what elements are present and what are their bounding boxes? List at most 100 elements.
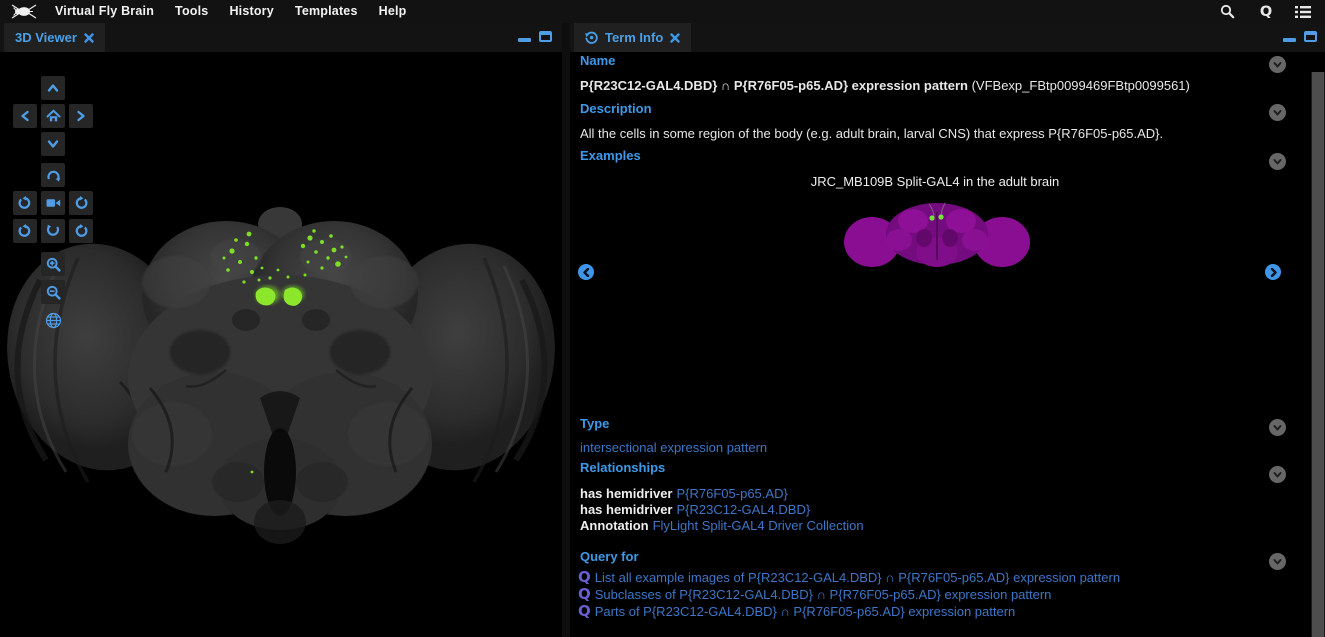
history-icon <box>585 31 598 44</box>
term-name: P{R23C12-GAL4.DBD} ∩ P{R76F05-p65.AD} ex… <box>580 78 1190 93</box>
zoom-in-button[interactable] <box>41 252 65 276</box>
menu-item-tools[interactable]: Tools <box>175 0 208 23</box>
carousel-next-button[interactable] <box>1265 264 1281 280</box>
pan-left-button[interactable] <box>13 104 37 128</box>
chevron-down-icon <box>1272 556 1283 567</box>
chevron-right-icon <box>79 112 84 120</box>
examples-header: Examples <box>580 148 641 163</box>
relationship-label: has hemidriver <box>580 486 673 501</box>
description-header: Description <box>580 101 652 116</box>
relationships-header: Relationships <box>580 460 665 475</box>
term-info-window-controls <box>1283 31 1317 42</box>
viewer-tabstrip: 3D Viewer <box>0 23 562 52</box>
main-menu: Virtual Fly Brain Tools History Template… <box>55 0 407 23</box>
home-button[interactable] <box>41 104 65 128</box>
yaw-left-button[interactable] <box>13 219 37 243</box>
type-header: Type <box>580 416 609 431</box>
central-brain <box>128 207 432 544</box>
chevron-down-icon <box>1272 156 1283 167</box>
rotate-cw-icon <box>74 196 88 210</box>
collapse-relationships-button[interactable] <box>1269 466 1286 483</box>
rotate-ccw-icon <box>18 196 32 210</box>
example-caption: JRC_MB109B Split-GAL4 in the adult brain <box>580 174 1290 189</box>
pan-right-button[interactable] <box>69 104 93 128</box>
carousel-prev-button[interactable] <box>578 264 594 280</box>
query-row: Q Subclasses of P{R23C12-GAL4.DBD} ∩ P{R… <box>578 587 1051 602</box>
collapse-query-for-button[interactable] <box>1269 553 1286 570</box>
list-icon[interactable] <box>1294 3 1312 20</box>
camera-icon <box>46 197 61 209</box>
zoom-in-icon <box>46 257 61 272</box>
chevron-down-icon <box>1272 422 1283 433</box>
menu-item-help[interactable]: Help <box>379 0 407 23</box>
collapse-type-button[interactable] <box>1269 419 1286 436</box>
roll-right-button[interactable] <box>69 191 93 215</box>
menu-bar: Virtual Fly Brain Tools History Template… <box>0 0 1325 23</box>
close-icon[interactable] <box>84 33 94 43</box>
brain-3d-canvas[interactable] <box>0 52 562 637</box>
chevron-down-icon <box>1272 469 1283 480</box>
workspace: 3D Viewer <box>0 23 1325 637</box>
term-info-panel: Term Info Name P{R23C12-GAL4.DBD} ∩ P{R7… <box>570 23 1325 637</box>
scrollbar-thumb[interactable] <box>1312 72 1324 637</box>
query-icon[interactable]: Q <box>1257 3 1275 20</box>
tab-term-info-label: Term Info <box>605 30 663 45</box>
example-green-dot <box>929 215 934 220</box>
rotate-down-icon <box>46 224 60 238</box>
query-icon: Q <box>578 587 591 602</box>
zoom-out-icon <box>46 285 61 300</box>
chevron-down-icon <box>1272 107 1283 118</box>
tab-term-info[interactable]: Term Info <box>574 23 691 52</box>
relationship-link[interactable]: FlyLight Split-GAL4 Driver Collection <box>653 518 864 533</box>
term-name-id: (VFBexp_FBtp0099469FBtp0099561) <box>972 78 1190 93</box>
query-icon: Q <box>578 570 591 585</box>
maximize-icon[interactable] <box>1304 31 1317 42</box>
example-brain-magenta <box>844 203 1030 267</box>
collapse-description-button[interactable] <box>1269 104 1286 121</box>
minimize-icon[interactable] <box>1283 38 1296 42</box>
wireframe-globe-button[interactable] <box>41 308 65 332</box>
term-info-body: Name P{R23C12-GAL4.DBD} ∩ P{R76F05-p65.A… <box>570 52 1325 637</box>
pan-down-button[interactable] <box>41 132 65 156</box>
term-info-tabstrip: Term Info <box>570 23 1325 52</box>
rotate-cw-alt-icon <box>74 224 88 238</box>
fly-logo-icon[interactable] <box>9 2 39 21</box>
collapse-name-button[interactable] <box>1269 56 1286 73</box>
relationship-label: has hemidriver <box>580 502 673 517</box>
query-link[interactable]: Parts of P{R23C12-GAL4.DBD} ∩ P{R76F05-p… <box>595 604 1016 619</box>
zoom-out-button[interactable] <box>41 280 65 304</box>
maximize-icon[interactable] <box>539 31 552 42</box>
query-link[interactable]: Subclasses of P{R23C12-GAL4.DBD} ∩ P{R76… <box>595 587 1052 602</box>
tab-3d-viewer[interactable]: 3D Viewer <box>4 23 105 52</box>
tab-3d-viewer-label: 3D Viewer <box>15 30 77 45</box>
camera-button[interactable] <box>41 191 65 215</box>
roll-left-button[interactable] <box>13 191 37 215</box>
example-green-dot <box>938 214 943 219</box>
example-image[interactable] <box>842 194 1032 274</box>
collapse-examples-button[interactable] <box>1269 153 1286 170</box>
pitch-rotate-button[interactable] <box>41 219 65 243</box>
rotate-ccw-alt-icon <box>18 224 32 238</box>
query-link[interactable]: List all example images of P{R23C12-GAL4… <box>595 570 1120 585</box>
menu-item-history[interactable]: History <box>229 0 273 23</box>
minimize-icon[interactable] <box>518 38 531 42</box>
chevron-left-icon <box>23 112 28 120</box>
term-name-title: P{R23C12-GAL4.DBD} ∩ P{R76F05-p65.AD} ex… <box>580 78 968 93</box>
relationship-label: Annotation <box>580 518 649 533</box>
menu-item-templates[interactable]: Templates <box>295 0 358 23</box>
relationship-link[interactable]: P{R76F05-p65.AD} <box>677 486 788 501</box>
globe-icon <box>45 312 62 329</box>
relationship-row: Annotation FlyLight Split-GAL4 Driver Col… <box>580 518 864 533</box>
rotate-reset-button[interactable] <box>41 163 65 187</box>
viewer-panel: 3D Viewer <box>0 23 562 637</box>
yaw-right-button[interactable] <box>69 219 93 243</box>
type-link[interactable]: intersectional expression pattern <box>580 440 767 455</box>
chevron-up-icon <box>49 86 57 91</box>
search-icon[interactable] <box>1218 3 1236 20</box>
relationship-row: has hemidriver P{R76F05-p65.AD} <box>580 486 788 501</box>
relationship-link[interactable]: P{R23C12-GAL4.DBD} <box>677 502 811 517</box>
scrollbar-track <box>1311 72 1325 637</box>
menu-item-virtual-fly-brain[interactable]: Virtual Fly Brain <box>55 0 154 23</box>
pan-up-button[interactable] <box>41 76 65 100</box>
close-icon[interactable] <box>670 33 680 43</box>
